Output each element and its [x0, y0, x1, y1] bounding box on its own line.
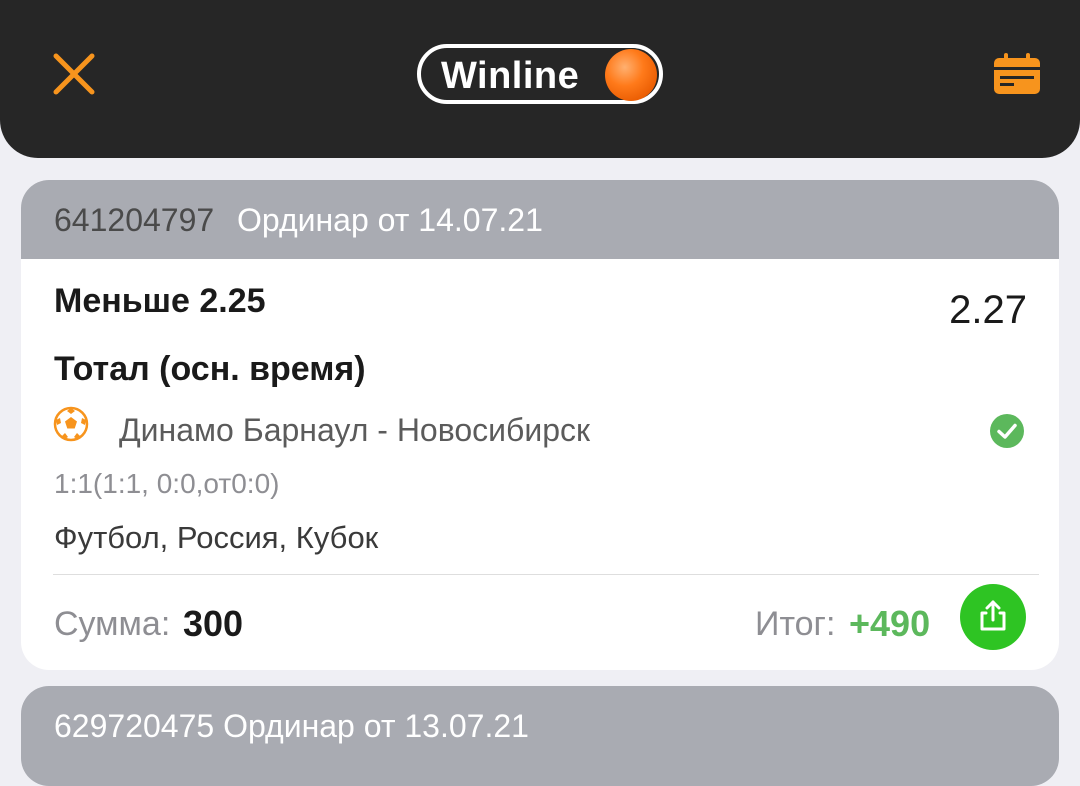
share-icon	[980, 600, 1006, 631]
result-value: +490	[849, 603, 931, 644]
match-score: 1:1(1:1, 0:0,от0:0)	[54, 468, 280, 499]
next-bet-card[interactable]: 629720475 Ординар от 13.07.21	[21, 686, 1059, 786]
divider	[53, 574, 1039, 575]
app-header: Winline	[0, 0, 1080, 158]
winline-logo: Winline	[417, 44, 663, 104]
bet-id: 641204797	[54, 202, 215, 238]
result-label: Итог:	[755, 605, 836, 643]
stake-value: 300	[183, 603, 244, 644]
logo-text: Winline	[441, 55, 580, 97]
bet-type-date: Ординар от 14.07.21	[237, 202, 543, 238]
league-name: Футбол, Россия, Кубок	[54, 520, 379, 555]
close-icon	[53, 53, 95, 95]
close-button[interactable]	[48, 48, 100, 100]
logo-ball-icon	[605, 49, 657, 101]
match-name: Динамо Барнаул - Новосибирск	[119, 412, 591, 448]
next-bet-header: 629720475 Ординар от 13.07.21	[54, 708, 529, 744]
calendar-icon	[994, 53, 1040, 94]
calendar-button[interactable]	[992, 52, 1042, 96]
bet-outcome: Меньше 2.25	[54, 282, 266, 320]
share-button[interactable]	[960, 584, 1026, 650]
bet-odds: 2.27	[949, 288, 1027, 332]
check-circle-icon	[990, 414, 1024, 448]
stake-label: Сумма:	[54, 605, 171, 643]
bet-market: Тотал (осн. время)	[54, 350, 366, 388]
soccer-ball-icon	[53, 406, 89, 442]
bet-card[interactable]: 641204797 Ординар от 14.07.21 Меньше 2.2…	[21, 180, 1059, 670]
bet-card-header: 641204797 Ординар от 14.07.21	[21, 180, 1059, 259]
